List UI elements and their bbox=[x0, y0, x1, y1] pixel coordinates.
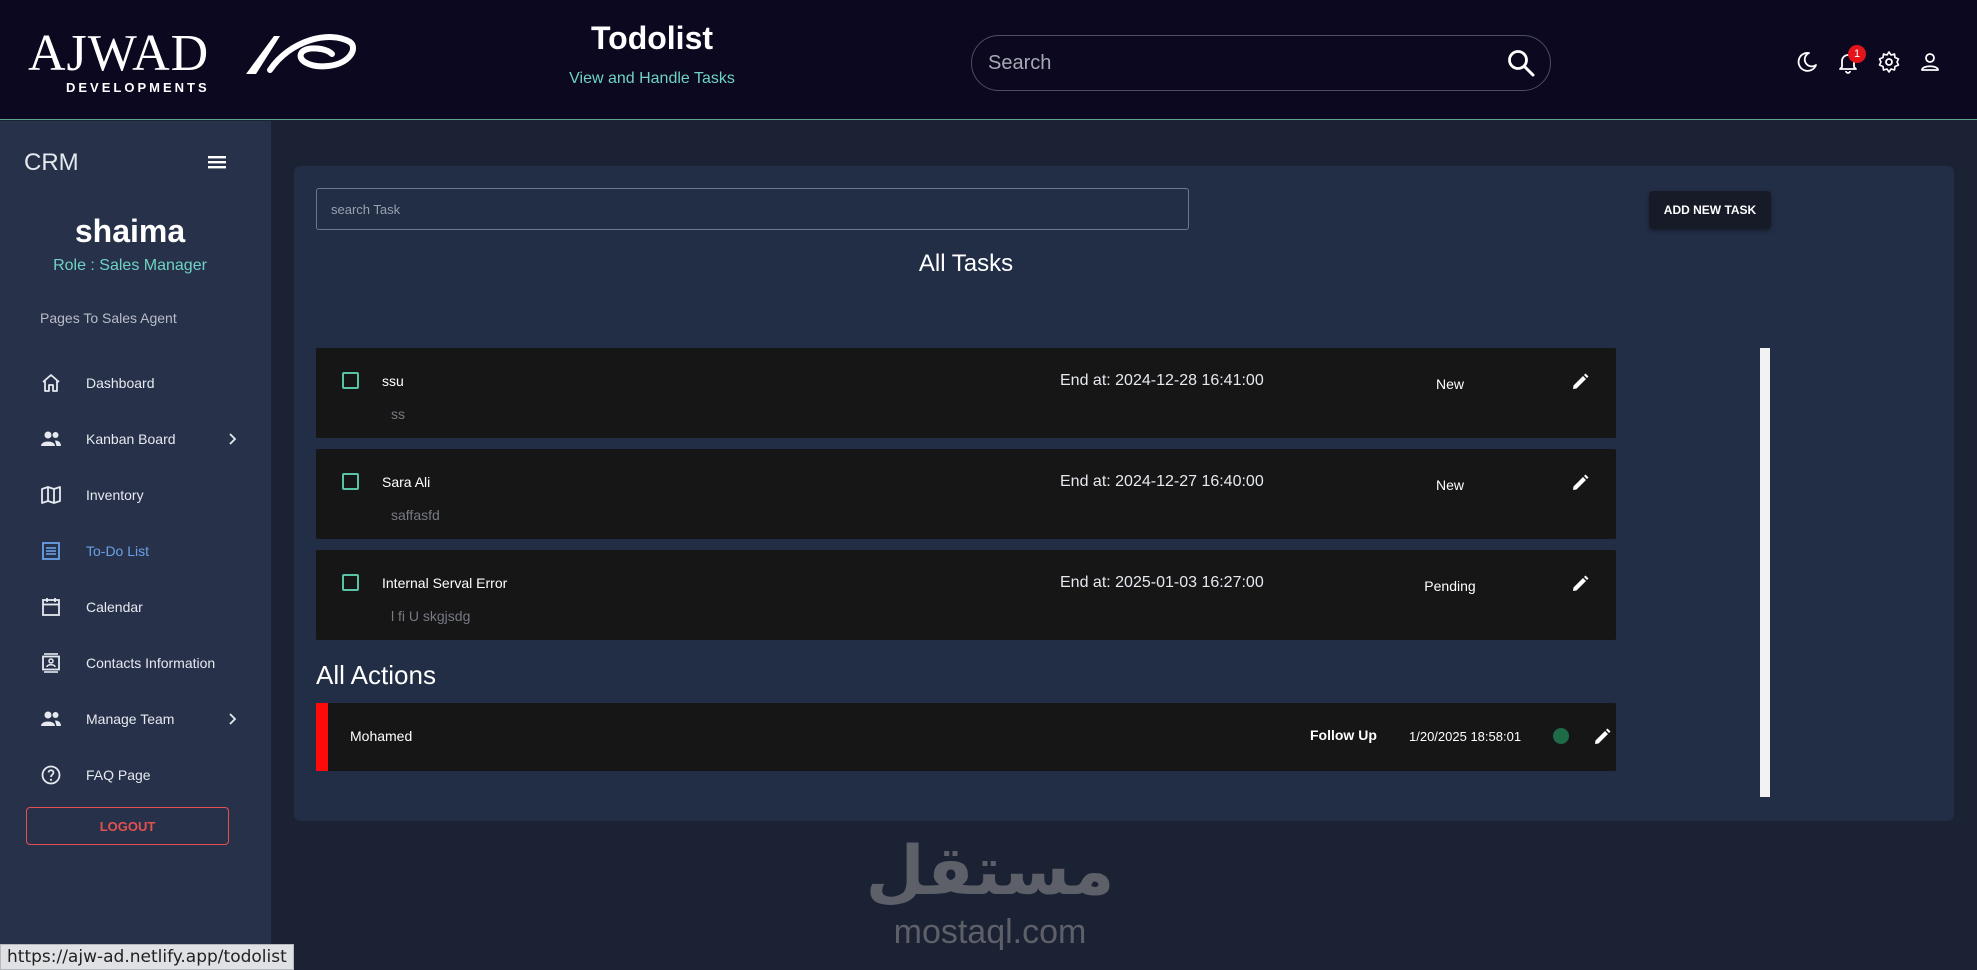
sidebar-item-label: Contacts Information bbox=[86, 655, 216, 671]
task-title: ssu bbox=[382, 373, 404, 389]
task-checkbox[interactable] bbox=[342, 372, 359, 389]
action-date: 1/20/2025 18:58:01 bbox=[1409, 729, 1522, 744]
task-status: New bbox=[1435, 477, 1464, 493]
hamburger-menu-icon[interactable] bbox=[206, 151, 228, 173]
global-search-input[interactable] bbox=[988, 48, 1468, 78]
ajwad-logo[interactable]: AJWAD DEVELOPMENTS bbox=[28, 25, 356, 98]
sidebar-item-label: Inventory bbox=[86, 487, 144, 503]
all-actions-heading: All Actions bbox=[316, 660, 436, 690]
task-description: l fi U skgjsdg bbox=[391, 608, 471, 624]
logo-subtitle: DEVELOPMENTS bbox=[66, 80, 210, 95]
gear-icon[interactable] bbox=[1877, 50, 1901, 74]
home-icon bbox=[42, 374, 60, 392]
task-search bbox=[316, 188, 1189, 230]
calendar-icon bbox=[42, 598, 60, 616]
todo-panel: ADD NEW TASK All Tasks ssu ss End at: 20… bbox=[294, 166, 1954, 821]
sidebar-brand: CRM bbox=[24, 149, 79, 176]
task-status: New bbox=[1435, 376, 1464, 392]
watermark-latin: mostaql.com bbox=[893, 913, 1087, 951]
sidebar-item-label: To-Do List bbox=[86, 543, 150, 559]
notification-badge: 1 bbox=[1848, 45, 1866, 63]
people-icon bbox=[41, 431, 61, 446]
sidebar-item-manage-team[interactable]: Manage Team bbox=[40, 701, 255, 737]
vertical-scrollbar[interactable] bbox=[1760, 348, 1770, 797]
task-card: Internal Serval Error l fi U skgjsdg End… bbox=[316, 550, 1616, 640]
task-card: Sara Ali saffasfd End at: 2024-12-27 16:… bbox=[316, 449, 1616, 539]
watermark-arabic: مستقل bbox=[865, 832, 1115, 911]
action-type: Follow Up bbox=[1310, 727, 1377, 743]
edit-pencil-icon[interactable] bbox=[1570, 372, 1590, 392]
task-end-date: End at: 2024-12-28 16:41:00 bbox=[1060, 372, 1264, 389]
add-new-task-button[interactable]: ADD NEW TASK bbox=[1649, 191, 1771, 229]
action-contact-name: Mohamed bbox=[350, 728, 413, 744]
sidebar-item-contacts-information[interactable]: Contacts Information bbox=[40, 645, 255, 681]
task-description: saffasfd bbox=[391, 507, 440, 523]
people-icon bbox=[41, 711, 61, 726]
moon-icon[interactable] bbox=[1795, 50, 1819, 74]
top-header: AJWAD DEVELOPMENTS Todolist View and Han… bbox=[0, 0, 1977, 120]
global-search bbox=[971, 35, 1551, 91]
help-icon bbox=[41, 765, 61, 785]
sidebar-item-to-do-list[interactable]: To-Do List bbox=[40, 533, 255, 569]
task-end-date: End at: 2025-01-03 16:27:00 bbox=[1060, 574, 1264, 591]
user-role: Role : Sales Manager bbox=[53, 257, 207, 274]
logout-button[interactable]: LOGOUT bbox=[26, 807, 229, 845]
task-title: Internal Serval Error bbox=[382, 575, 508, 591]
status-url-bar: https://ajw-ad.netlify.app/todolist bbox=[0, 944, 294, 970]
priority-indicator bbox=[316, 703, 328, 771]
task-status: Pending bbox=[1424, 578, 1476, 594]
edit-pencil-icon[interactable] bbox=[1570, 574, 1590, 594]
user-name: shaima bbox=[74, 213, 186, 249]
chevron-right-icon bbox=[229, 713, 237, 725]
logo-mark-icon bbox=[246, 34, 356, 74]
user-icon[interactable] bbox=[1918, 50, 1942, 74]
action-card: Mohamed Follow Up 1/20/2025 18:58:01 bbox=[316, 703, 1616, 771]
map-icon bbox=[41, 486, 61, 504]
sidebar-item-faq-page[interactable]: FAQ Page bbox=[40, 757, 255, 793]
task-checkbox[interactable] bbox=[342, 574, 359, 591]
sidebar-item-label: FAQ Page bbox=[86, 767, 151, 783]
edit-pencil-icon[interactable] bbox=[1570, 473, 1590, 493]
search-icon[interactable] bbox=[1506, 48, 1536, 78]
all-tasks-heading: All Tasks bbox=[918, 250, 1014, 277]
chevron-right-icon bbox=[229, 433, 237, 445]
sidebar-item-inventory[interactable]: Inventory bbox=[40, 477, 255, 513]
edit-pencil-icon[interactable] bbox=[1592, 727, 1612, 747]
logo-wordmark: AJWAD bbox=[28, 25, 210, 82]
task-search-input[interactable] bbox=[317, 189, 1188, 229]
sidebar-item-label: Dashboard bbox=[86, 375, 155, 391]
sidebar-section-label: Pages To Sales Agent bbox=[40, 310, 177, 326]
task-title: Sara Ali bbox=[382, 474, 431, 490]
action-status-dot bbox=[1553, 728, 1569, 744]
page-subtitle: View and Handle Tasks bbox=[569, 70, 735, 87]
task-card: ssu ss End at: 2024-12-28 16:41:00 New bbox=[316, 348, 1616, 438]
sidebar-item-calendar[interactable]: Calendar bbox=[40, 589, 255, 625]
sidebar-item-dashboard[interactable]: Dashboard bbox=[40, 365, 255, 401]
page-title: Todolist bbox=[590, 20, 714, 56]
sidebar-item-label: Calendar bbox=[86, 599, 143, 615]
task-end-date: End at: 2024-12-27 16:40:00 bbox=[1060, 473, 1264, 490]
contacts-icon bbox=[42, 653, 60, 673]
sidebar: CRM shaima Role : Sales Manager Pages To… bbox=[0, 121, 271, 970]
sidebar-item-label: Kanban Board bbox=[86, 431, 176, 447]
task-checkbox[interactable] bbox=[342, 473, 359, 490]
list-icon bbox=[42, 542, 60, 560]
sidebar-item-kanban-board[interactable]: Kanban Board bbox=[40, 421, 255, 457]
task-description: ss bbox=[391, 406, 405, 422]
sidebar-item-label: Manage Team bbox=[86, 711, 175, 727]
